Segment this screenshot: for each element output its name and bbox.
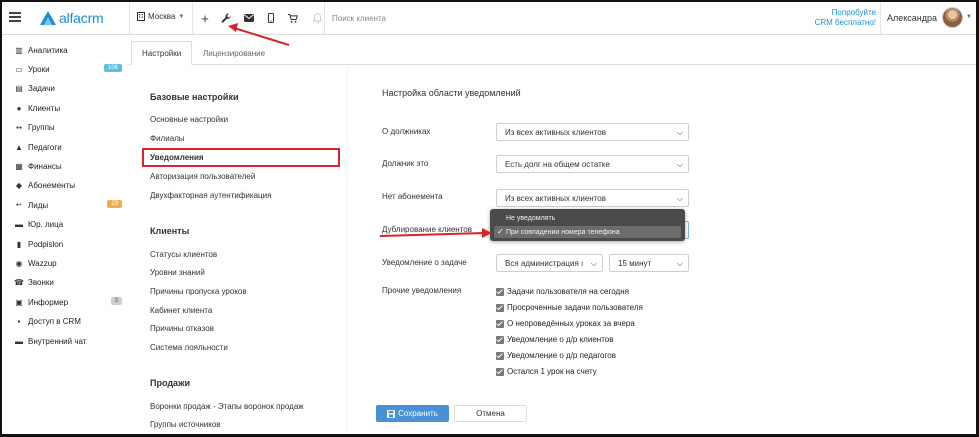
app-window: alfacrm Москва ▼ + Поиск клиента Попробу… [0,0,979,437]
arrow-to-wrench [233,27,290,46]
arrow-to-duplicates [379,232,485,237]
arrow-head-duplicates [482,228,492,238]
arrow-head-wrench [228,23,238,32]
annotation-arrows [228,23,492,238]
